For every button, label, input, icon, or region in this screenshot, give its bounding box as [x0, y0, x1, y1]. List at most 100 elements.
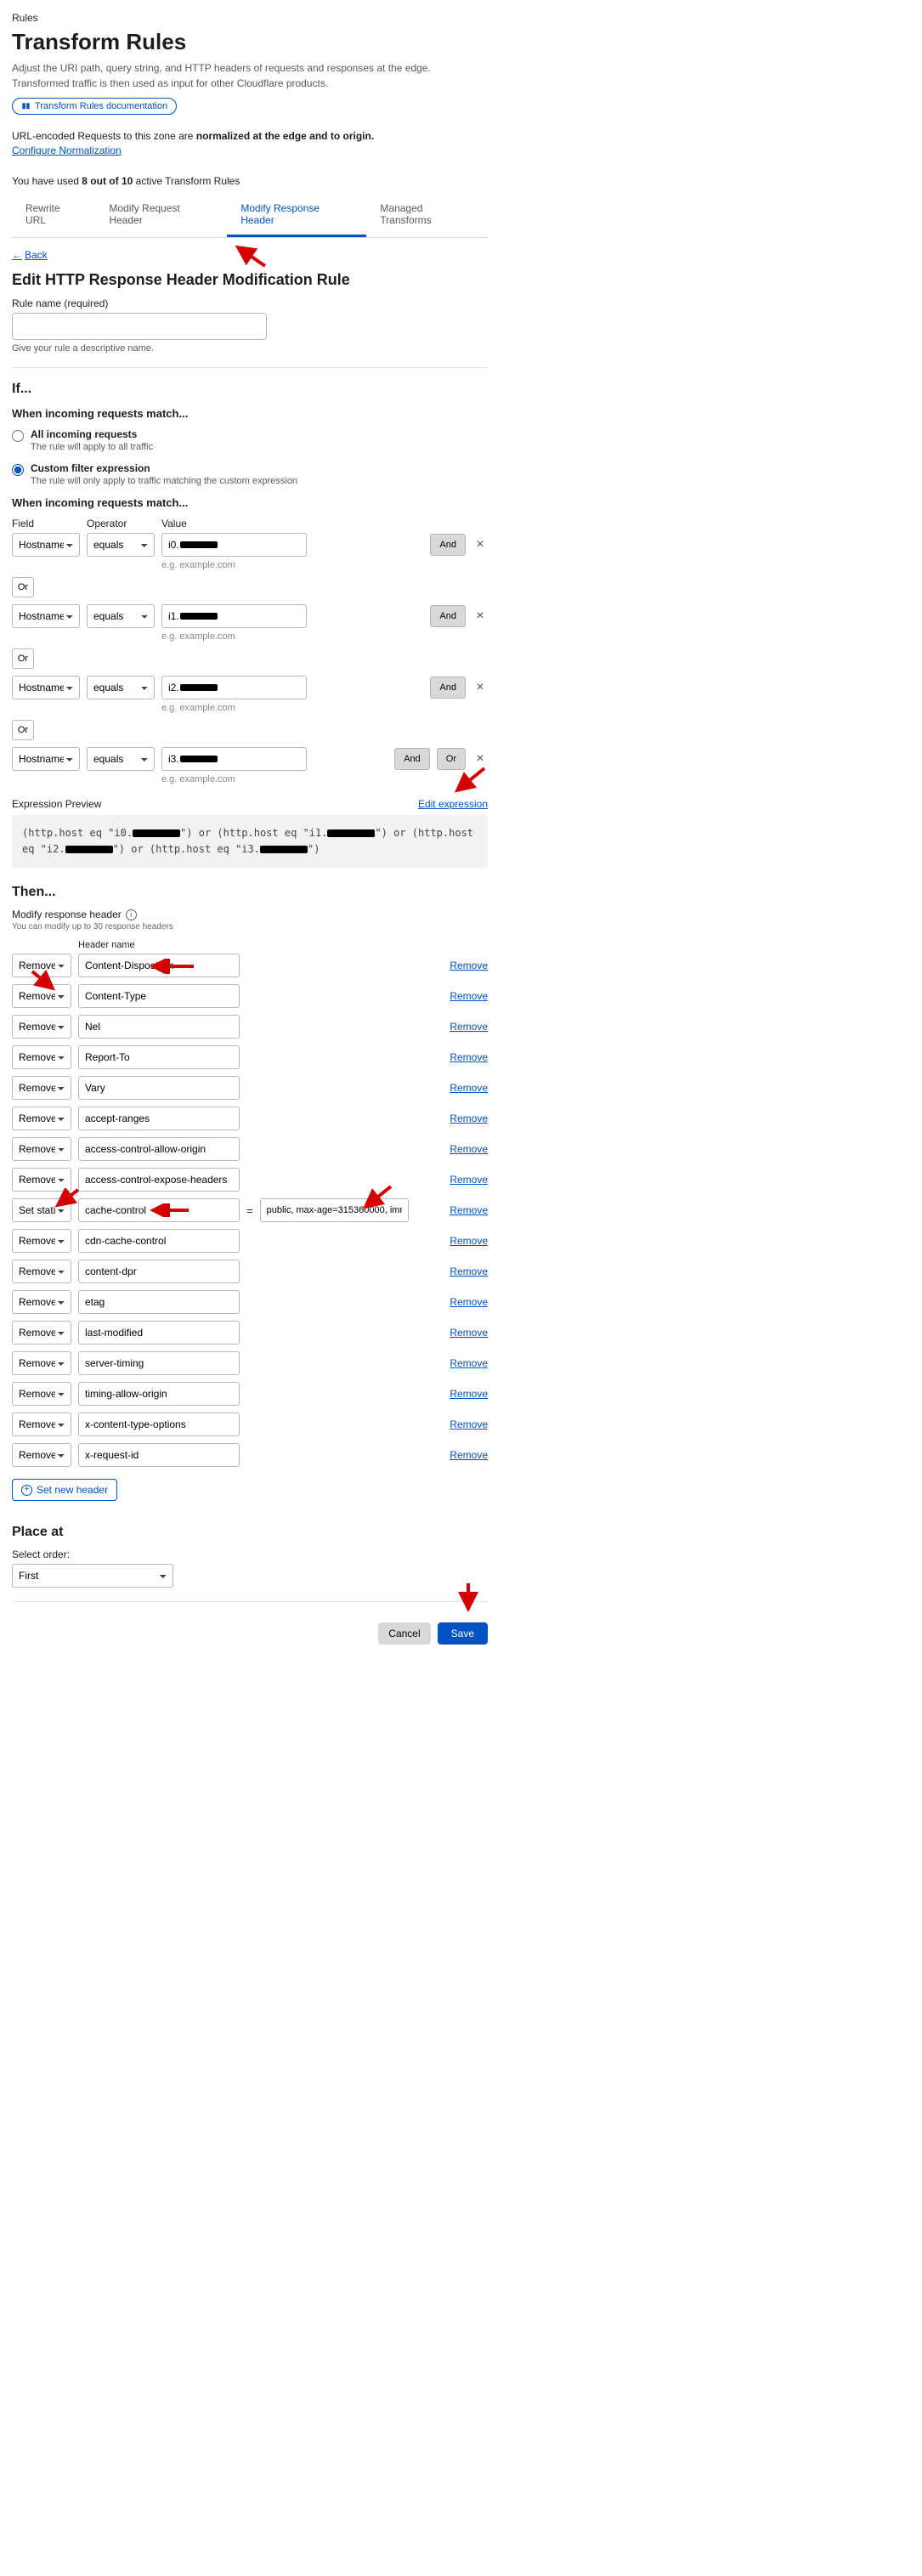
header-action-select[interactable]: Remove: [12, 1321, 71, 1345]
header-action-select[interactable]: Remove: [12, 1351, 71, 1375]
header-action-select[interactable]: Remove: [12, 1076, 71, 1100]
header-name-input[interactable]: [78, 1260, 240, 1283]
remove-header-link[interactable]: Remove: [450, 1204, 488, 1216]
close-icon[interactable]: ×: [472, 537, 488, 552]
configure-normalization-link[interactable]: Configure Normalization: [12, 144, 122, 156]
value-input[interactable]: [161, 676, 307, 699]
docs-button[interactable]: Transform Rules documentation: [12, 98, 177, 115]
header-name-input[interactable]: [78, 1015, 240, 1039]
header-name-input[interactable]: [78, 1107, 240, 1130]
rule-name-hint: Give your rule a descriptive name.: [12, 343, 488, 354]
tab-managed-transforms[interactable]: Managed Transforms: [366, 194, 488, 237]
remove-header-link[interactable]: Remove: [450, 1021, 488, 1033]
remove-header-link[interactable]: Remove: [450, 1143, 488, 1155]
value-input[interactable]: [161, 747, 307, 771]
order-select[interactable]: First: [12, 1564, 173, 1588]
rule-name-input[interactable]: [12, 313, 267, 340]
remove-header-link[interactable]: Remove: [450, 1449, 488, 1461]
header-name-input[interactable]: [78, 1137, 240, 1161]
or-button[interactable]: Or: [437, 748, 466, 770]
header-action-select[interactable]: Remove: [12, 1015, 71, 1039]
or-button[interactable]: Or: [12, 720, 34, 740]
rule-name-label: Rule name (required): [12, 297, 488, 309]
back-link[interactable]: ← Back: [12, 249, 48, 261]
header-name-input[interactable]: [78, 1076, 240, 1100]
header-name-input[interactable]: [78, 1413, 240, 1436]
header-action-select[interactable]: Remove: [12, 1443, 71, 1467]
remove-header-link[interactable]: Remove: [450, 1357, 488, 1369]
remove-header-link[interactable]: Remove: [450, 960, 488, 971]
header-action-select[interactable]: Remove: [12, 1413, 71, 1436]
value-input[interactable]: [161, 533, 307, 557]
header-action-select[interactable]: Remove: [12, 1229, 71, 1253]
field-select[interactable]: Hostname: [12, 676, 80, 699]
header-name-input[interactable]: [78, 1443, 240, 1467]
header-action-select[interactable]: Remove: [12, 1107, 71, 1130]
operator-select[interactable]: equals: [87, 676, 155, 699]
header-action-select[interactable]: Remove: [12, 954, 71, 977]
remove-header-link[interactable]: Remove: [450, 1265, 488, 1277]
remove-header-link[interactable]: Remove: [450, 1296, 488, 1308]
remove-header-link[interactable]: Remove: [450, 1174, 488, 1186]
remove-header-link[interactable]: Remove: [450, 990, 488, 1002]
remove-header-link[interactable]: Remove: [450, 1235, 488, 1247]
remove-header-link[interactable]: Remove: [450, 1082, 488, 1094]
header-name-input[interactable]: [78, 1351, 240, 1375]
header-name-input[interactable]: [78, 1045, 240, 1069]
header-value-input[interactable]: [260, 1198, 409, 1222]
equals-sign: =: [246, 1204, 253, 1217]
header-name-input[interactable]: [78, 1198, 240, 1222]
close-icon[interactable]: ×: [472, 751, 488, 767]
and-button[interactable]: And: [394, 748, 430, 770]
close-icon[interactable]: ×: [472, 680, 488, 695]
radio-custom-label: Custom filter expression: [31, 462, 297, 474]
header-name-input[interactable]: [78, 1321, 240, 1345]
or-button[interactable]: Or: [12, 577, 34, 597]
remove-header-link[interactable]: Remove: [450, 1112, 488, 1124]
or-button[interactable]: Or: [12, 648, 34, 669]
header-row: Remove Remove: [12, 1107, 488, 1130]
field-select[interactable]: Hostname: [12, 533, 80, 557]
tab-modify-response-header[interactable]: Modify Response Header: [227, 194, 366, 237]
header-action-select[interactable]: Remove: [12, 1290, 71, 1314]
tab-modify-request-header[interactable]: Modify Request Header: [95, 194, 227, 237]
info-icon[interactable]: i: [126, 909, 137, 920]
header-name-input[interactable]: [78, 1382, 240, 1406]
save-button[interactable]: Save: [438, 1622, 488, 1645]
value-input[interactable]: [161, 604, 307, 628]
header-action-select[interactable]: Set static: [12, 1198, 71, 1222]
header-row: Remove Remove: [12, 1321, 488, 1345]
header-action-select[interactable]: Remove: [12, 1168, 71, 1192]
field-select[interactable]: Hostname: [12, 747, 80, 771]
expr-preview-label: Expression Preview: [12, 798, 101, 810]
header-name-input[interactable]: [78, 1229, 240, 1253]
operator-select[interactable]: equals: [87, 604, 155, 628]
radio-all-requests[interactable]: [12, 430, 24, 442]
header-name-input[interactable]: [78, 1168, 240, 1192]
remove-header-link[interactable]: Remove: [450, 1418, 488, 1430]
remove-header-link[interactable]: Remove: [450, 1051, 488, 1063]
operator-select[interactable]: equals: [87, 747, 155, 771]
place-at-heading: Place at: [12, 1525, 488, 1540]
radio-custom-filter[interactable]: [12, 464, 24, 476]
tab-rewrite-url[interactable]: Rewrite URL: [12, 194, 95, 237]
and-button[interactable]: And: [430, 677, 466, 699]
header-name-input[interactable]: [78, 954, 240, 977]
header-action-select[interactable]: Remove: [12, 1260, 71, 1283]
cancel-button[interactable]: Cancel: [378, 1622, 430, 1645]
header-name-input[interactable]: [78, 1290, 240, 1314]
header-action-select[interactable]: Remove: [12, 1137, 71, 1161]
header-name-input[interactable]: [78, 984, 240, 1008]
header-action-select[interactable]: Remove: [12, 1382, 71, 1406]
edit-expression-link[interactable]: Edit expression: [418, 798, 488, 810]
set-new-header-button[interactable]: + Set new header: [12, 1479, 117, 1501]
remove-header-link[interactable]: Remove: [450, 1327, 488, 1339]
and-button[interactable]: And: [430, 605, 466, 627]
header-action-select[interactable]: Remove: [12, 984, 71, 1008]
and-button[interactable]: And: [430, 534, 466, 556]
field-select[interactable]: Hostname: [12, 604, 80, 628]
close-icon[interactable]: ×: [472, 609, 488, 624]
operator-select[interactable]: equals: [87, 533, 155, 557]
header-action-select[interactable]: Remove: [12, 1045, 71, 1069]
remove-header-link[interactable]: Remove: [450, 1388, 488, 1400]
